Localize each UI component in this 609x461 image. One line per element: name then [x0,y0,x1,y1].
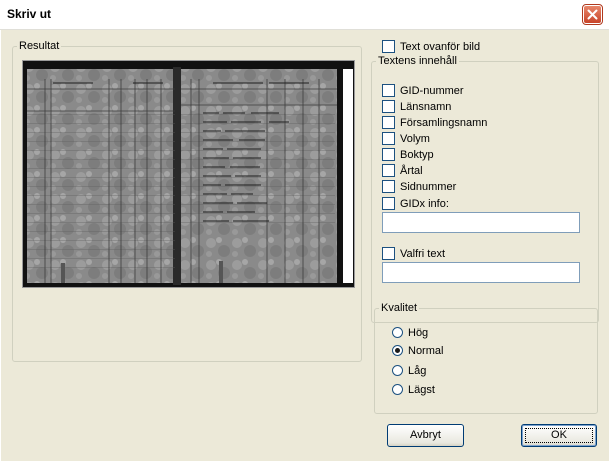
result-group-label: Resultat [19,40,60,52]
quality-option-label: Lägst [408,383,435,396]
radio-lowest[interactable] [392,384,403,395]
ok-button[interactable]: OK [521,424,597,447]
free-text-checkbox[interactable] [382,247,395,260]
option-label: GID-nummer [400,84,464,97]
radio-normal[interactable] [392,345,403,356]
option-county-name[interactable]: Länsnamn [382,99,451,114]
quality-option-lowest[interactable]: Lägst [392,382,435,397]
quality-group: Kvalitet [374,302,598,414]
county-name-checkbox[interactable] [382,100,395,113]
radio-low[interactable] [392,365,403,376]
close-button[interactable] [582,4,603,25]
option-gidx-info[interactable]: GIDx info: [382,196,449,211]
option-volume[interactable]: Volym [382,131,430,146]
text-above-label: Text ovanför bild [400,40,481,53]
text-above-option[interactable]: Text ovanför bild [382,39,480,54]
free-text-input[interactable] [382,262,580,283]
dialog-body: Resultat Text ovanför bild Textens inneh… [0,30,609,461]
quality-option-low[interactable]: Låg [392,363,426,378]
volume-checkbox[interactable] [382,132,395,145]
close-icon [587,9,598,20]
print-preview [22,60,355,288]
window-title: Skriv ut [7,7,52,21]
quality-option-label: Normal [408,344,444,357]
focus-rectangle [525,428,593,443]
option-page-number[interactable]: Sidnummer [382,179,456,194]
option-year[interactable]: Årtal [382,163,423,178]
gidx-info-checkbox[interactable] [382,197,395,210]
document-scan-image [23,61,354,287]
option-book-type[interactable]: Boktyp [382,147,434,162]
gidx-info-input[interactable] [382,212,580,233]
year-checkbox[interactable] [382,164,395,177]
option-gid-number[interactable]: GID-nummer [382,83,464,98]
text-content-group-label: Textens innehåll [378,55,457,67]
quality-group-label: Kvalitet [381,302,418,314]
radio-high[interactable] [392,327,403,338]
option-label: Sidnummer [400,180,457,193]
book-type-checkbox[interactable] [382,148,395,161]
cancel-button[interactable]: Avbryt [387,424,464,447]
option-label: Volym [400,132,430,145]
gid-number-checkbox[interactable] [382,84,395,97]
option-free-text[interactable]: Valfri text [382,246,445,261]
free-text-label: Valfri text [400,247,446,260]
quality-option-normal[interactable]: Normal [392,343,443,358]
option-label: Länsnamn [400,100,452,113]
title-bar: Skriv ut [0,0,609,30]
option-label: GIDx info: [400,197,449,210]
option-label: Församlingsnamn [400,116,488,129]
option-label: Årtal [400,164,423,177]
option-label: Boktyp [400,148,434,161]
option-parish-name[interactable]: Församlingsnamn [382,115,487,130]
quality-option-label: Låg [408,364,427,377]
parish-name-checkbox[interactable] [382,116,395,129]
result-group: Resultat [12,40,362,362]
page-number-checkbox[interactable] [382,180,395,193]
text-above-checkbox[interactable] [382,40,395,53]
quality-option-label: Hög [408,326,429,339]
quality-option-high[interactable]: Hög [392,325,428,340]
